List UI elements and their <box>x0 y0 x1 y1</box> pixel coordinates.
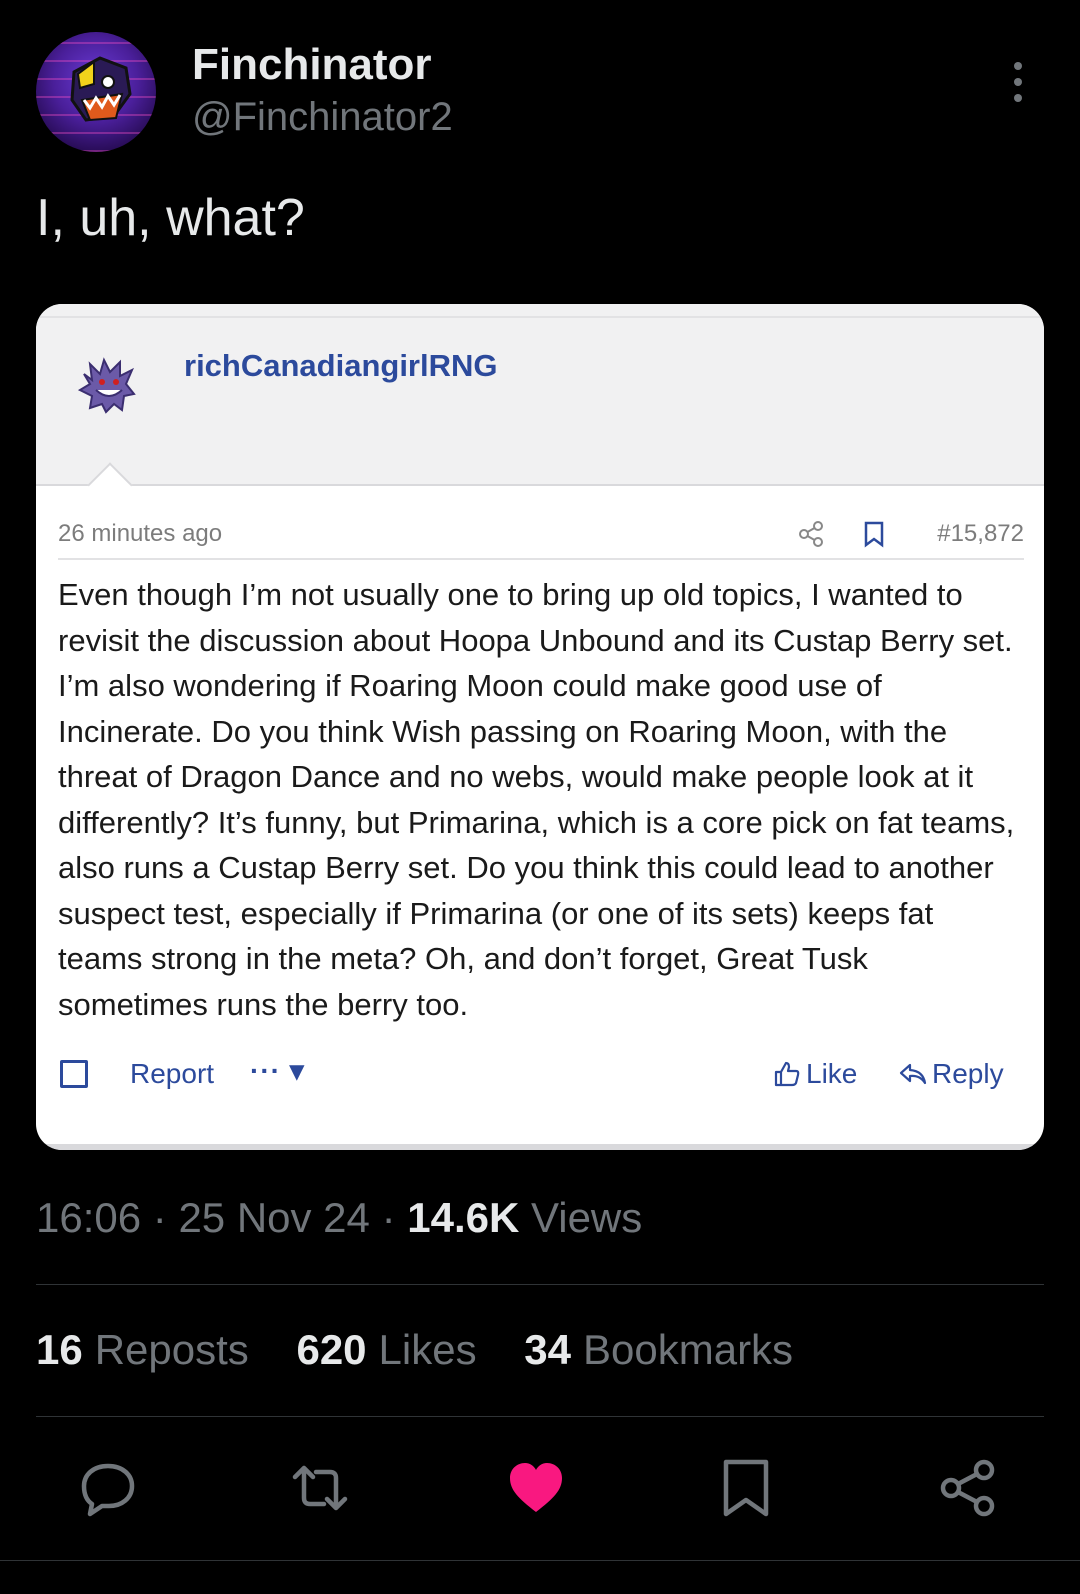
forum-post-header: richCanadiangirlRNG <box>36 304 1044 486</box>
more-dot <box>1014 78 1022 86</box>
forum-like-label: Like <box>806 1058 858 1089</box>
forum-post-actions: Report ··· ▾ Like Reply <box>58 1054 1024 1094</box>
divider <box>0 1560 1080 1561</box>
separator: · <box>381 1194 408 1241</box>
reposts-stat[interactable]: 16 Reposts <box>36 1326 249 1373</box>
author-name[interactable]: Finchinator <box>192 40 432 90</box>
forum-reply-link: Reply <box>898 1058 1004 1090</box>
more-options-button[interactable] <box>1006 62 1030 102</box>
forum-post-body: Even though I’m not usually one to bring… <box>58 577 1015 1022</box>
gengar-avatar-icon <box>77 357 136 414</box>
tweet-time: 16:06 <box>36 1194 142 1241</box>
report-link: Report <box>130 1058 215 1089</box>
views-count: 14.6K <box>407 1194 520 1241</box>
card-bottom-edge <box>36 1144 1044 1150</box>
likes-label: Likes <box>378 1326 477 1373</box>
bookmarks-count: 34 <box>524 1326 571 1373</box>
embedded-image[interactable]: richCanadiangirlRNG 26 minutes ago #15,8… <box>36 304 1044 1150</box>
more-dot <box>1014 94 1022 102</box>
tweet-date: 25 Nov 24 <box>178 1194 370 1241</box>
avatar[interactable] <box>36 32 156 152</box>
engagement-stats: 16 Reposts 620 Likes 34 Bookmarks <box>36 1326 829 1374</box>
forum-like-link: Like <box>772 1058 857 1090</box>
tweet-timestamp[interactable]: 16:06 · 25 Nov 24 · 14.6K Views <box>36 1194 642 1242</box>
share-icon <box>799 521 823 547</box>
share-icon[interactable] <box>938 1458 998 1518</box>
bookmarks-label: Bookmarks <box>583 1326 794 1373</box>
like-icon[interactable] <box>506 1458 566 1518</box>
divider <box>36 1284 1044 1285</box>
views-label: Views <box>530 1194 643 1241</box>
post-number: #15,872 <box>937 520 1024 547</box>
avatar-character-icon <box>70 56 132 122</box>
select-checkbox <box>60 1060 88 1088</box>
forum-username: richCanadiangirlRNG <box>184 348 498 383</box>
tweet-text: I, uh, what? <box>36 189 305 247</box>
reposts-count: 16 <box>36 1326 83 1373</box>
likes-count: 620 <box>296 1326 367 1373</box>
separator: · <box>152 1194 179 1241</box>
post-meta-row: 26 minutes ago #15,872 <box>58 514 1024 560</box>
more-vertical-icon <box>1014 62 1022 70</box>
reply-arrow-icon <box>899 1063 927 1085</box>
bookmarks-stat[interactable]: 34 Bookmarks <box>524 1326 793 1373</box>
likes-stat[interactable]: 620 Likes <box>296 1326 476 1373</box>
more-actions-menu: ··· ▾ <box>250 1055 305 1086</box>
thumbs-up-icon <box>774 1061 800 1087</box>
reply-icon[interactable] <box>78 1458 138 1518</box>
divider <box>36 1416 1044 1417</box>
forum-reply-label: Reply <box>932 1058 1004 1089</box>
reposts-label: Reposts <box>94 1326 249 1373</box>
bookmark-icon[interactable] <box>716 1458 776 1518</box>
action-bar <box>0 1458 1080 1530</box>
post-time-ago: 26 minutes ago <box>58 520 223 547</box>
divider <box>36 316 1044 318</box>
bookmark-icon <box>864 521 884 548</box>
repost-icon[interactable] <box>290 1458 350 1518</box>
author-handle[interactable]: @Finchinator2 <box>192 95 453 140</box>
